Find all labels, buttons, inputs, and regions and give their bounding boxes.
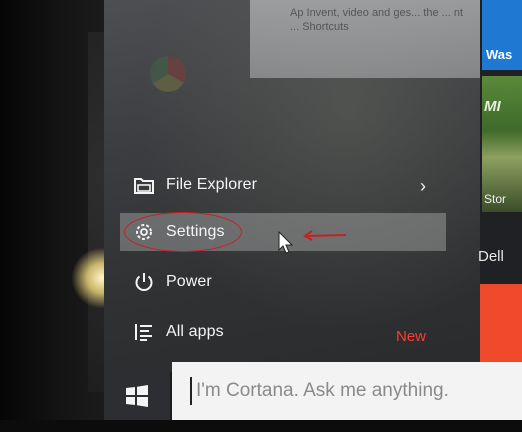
all-apps-icon	[130, 320, 158, 344]
tile-store-caption: Stor	[484, 192, 507, 206]
cortana-search-box[interactable]	[172, 362, 522, 420]
start-item-label: All apps	[166, 323, 224, 340]
annotation-arrow-icon	[303, 230, 347, 241]
new-badge: New	[396, 328, 427, 345]
tile-red[interactable]	[480, 284, 522, 370]
annotation-circle	[124, 212, 242, 252]
tile-group-label: Dell	[478, 248, 504, 265]
bottom-bezel	[0, 420, 522, 432]
start-item-label: Power	[166, 273, 212, 290]
start-button[interactable]	[104, 372, 170, 420]
tile-blue-label: Was	[486, 47, 513, 62]
start-item-power[interactable]: Power	[120, 263, 446, 301]
tile-minecraft-store[interactable]: MI Stor	[482, 76, 522, 212]
background-window-text: Ap Invent, video and ges... the ... nt .…	[290, 7, 464, 33]
tile-minecraft-caption: MI	[484, 98, 501, 115]
cortana-search-input[interactable]	[194, 379, 498, 403]
windows-logo-icon	[126, 385, 148, 407]
text-caret	[190, 377, 192, 405]
chevron-right-icon[interactable]: ›	[420, 177, 434, 195]
mouse-cursor-icon	[278, 231, 294, 254]
tile-blue[interactable]: Was	[482, 0, 522, 70]
file-explorer-icon	[130, 173, 158, 197]
start-item-file-explorer[interactable]: File Explorer	[120, 166, 446, 204]
power-icon	[130, 270, 158, 294]
start-item-label: File Explorer	[166, 176, 258, 193]
chrome-reflection-icon	[150, 56, 186, 92]
